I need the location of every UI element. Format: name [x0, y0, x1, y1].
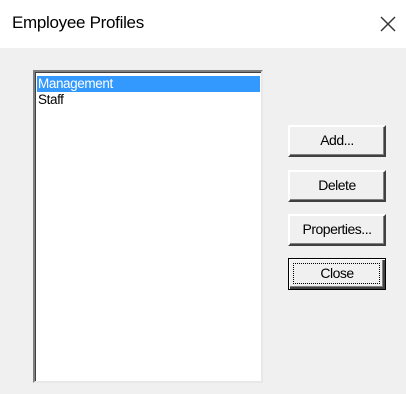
- close-button[interactable]: Close: [288, 258, 386, 290]
- delete-button-label: Delete: [318, 177, 356, 193]
- properties-button[interactable]: Properties...: [288, 214, 386, 246]
- add-button-label: Add...: [320, 132, 354, 148]
- delete-button[interactable]: Delete: [288, 170, 386, 202]
- profiles-listbox[interactable]: Management Staff: [33, 70, 263, 383]
- add-button[interactable]: Add...: [288, 125, 386, 157]
- employee-profiles-dialog: Employee Profiles Management Staff Add..…: [0, 0, 406, 394]
- profiles-list: Management Staff: [35, 72, 261, 381]
- title-bar[interactable]: Employee Profiles: [0, 0, 406, 48]
- list-item-staff[interactable]: Staff: [37, 92, 260, 108]
- window-title: Employee Profiles: [12, 13, 144, 32]
- properties-button-label: Properties...: [302, 221, 372, 237]
- close-icon[interactable]: [376, 12, 400, 36]
- list-item-management[interactable]: Management: [37, 76, 260, 92]
- close-button-label: Close: [320, 265, 354, 281]
